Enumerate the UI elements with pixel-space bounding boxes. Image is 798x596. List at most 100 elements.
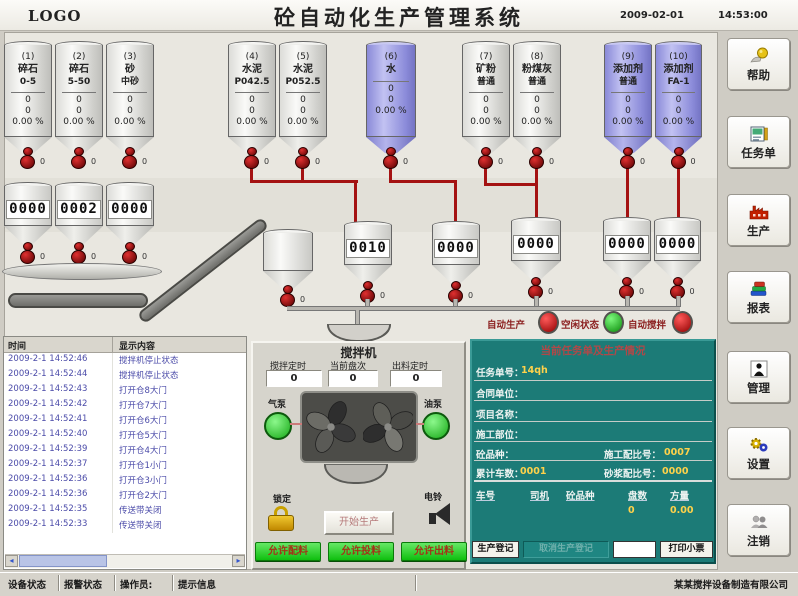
sidebar-button-management[interactable]: 管理: [727, 351, 790, 403]
log-row[interactable]: 2009-2-1 14:52:40打开仓5大门: [4, 428, 246, 443]
silo-value: 0: [25, 95, 31, 106]
log-time: 2009-2-1 14:52:35: [4, 503, 113, 518]
log-message: 传送带关闭: [113, 503, 246, 518]
order-no-value: 14qh: [521, 365, 548, 376]
sidebar-button-help[interactable]: 帮助: [727, 38, 790, 90]
log-row[interactable]: 2009-2-1 14:52:41打开仓6大门: [4, 413, 246, 428]
log-message: 打开仓7大门: [113, 398, 246, 413]
pipe-segment: [454, 182, 457, 226]
additive-scale-2: 0000 0: [654, 221, 701, 279]
sidebar-button-label: 报表: [747, 300, 770, 316]
valve-indicator: [671, 155, 686, 169]
mix-timer-value: 0: [266, 370, 322, 387]
log-row[interactable]: 2009-2-1 14:52:37打开仓1小门: [4, 458, 246, 473]
task-table-col: 砼品种: [566, 488, 628, 502]
permit-button[interactable]: 允许投料: [328, 542, 394, 561]
weight-display: 0002: [57, 200, 101, 219]
scroll-left-icon[interactable]: ◂: [5, 555, 18, 567]
log-time: 2009-2-1 14:52:41: [4, 413, 113, 428]
sidebar-button-label: 管理: [747, 380, 770, 396]
log-scrollbar[interactable]: ◂ ▸: [5, 554, 245, 568]
weight-display: 0000: [434, 239, 478, 258]
pipe-segment: [484, 183, 538, 186]
sidebar-button-logout[interactable]: 注销: [727, 504, 790, 556]
scroll-right-icon[interactable]: ▸: [232, 555, 245, 567]
silo-6-water: (6)水000.00 % 0: [366, 45, 416, 153]
silo-2: (2)碎石5-50000.00 % 0: [55, 45, 103, 153]
production-register-button[interactable]: 生产登记: [472, 541, 519, 558]
pipe-segment: [626, 166, 629, 222]
log-row[interactable]: 2009-2-1 14:52:36打开仓2大门: [4, 488, 246, 503]
device-status-label: 设备状态: [8, 577, 46, 591]
task-input-field[interactable]: [613, 541, 656, 558]
lock-label: 锁定: [273, 492, 291, 505]
mixer-drum: [300, 391, 418, 463]
scroll-thumb[interactable]: [19, 555, 107, 567]
log-row[interactable]: 2009-2-1 14:52:42打开仓7大门: [4, 398, 246, 413]
log-row[interactable]: 2009-2-1 14:52:43打开仓8大门: [4, 383, 246, 398]
valve-indicator: [20, 155, 35, 169]
sidebar-button-settings[interactable]: 设置: [727, 427, 790, 479]
permit-button[interactable]: 允许配料: [255, 542, 321, 561]
log-message: 搅拌机停止状态: [113, 368, 246, 383]
log-time: 2009-2-1 14:52:37: [4, 458, 113, 473]
padlock-icon[interactable]: [266, 506, 296, 531]
log-time: 2009-2-1 14:52:33: [4, 518, 113, 533]
valve-indicator: [122, 155, 137, 169]
task-table-cell: 0: [628, 505, 670, 516]
task-table-col: 盘数: [628, 488, 670, 502]
log-message: 打开仓3小门: [113, 473, 246, 488]
sidebar-button-tasklist[interactable]: 任务单: [727, 116, 790, 168]
log-col-time: 时间: [4, 337, 113, 352]
time-display: 14:53:00: [718, 10, 768, 21]
additive-scale-1: 0000 0: [603, 221, 651, 279]
log-row[interactable]: 2009-2-1 14:52:35传送带关闭: [4, 503, 246, 518]
cement-scale: 0010 0: [344, 225, 392, 283]
valve-indicator: [529, 155, 544, 169]
operator-label: 操作员:: [120, 577, 152, 591]
permit-button[interactable]: 允许出料: [401, 542, 467, 561]
print-ticket-button[interactable]: 打印小票: [660, 541, 713, 558]
pump-link: [416, 423, 424, 425]
valve-indicator: [244, 155, 259, 169]
auto-production-lamp: [538, 311, 559, 334]
conveyor-belt-horizontal: [8, 293, 148, 308]
log-message: 打开仓2大门: [113, 488, 246, 503]
bell-label: 电铃: [424, 490, 442, 503]
contract-label: 合同单位：: [476, 386, 524, 400]
log-message: 传送带关闭: [113, 518, 246, 533]
silo-3: (3)砂中砂000.00 % 0: [106, 45, 154, 153]
log-row[interactable]: 2009-2-1 14:52:33传送带关闭: [4, 518, 246, 533]
log-row[interactable]: 2009-2-1 14:52:39打开仓4大门: [4, 443, 246, 458]
batch-count-value: 0: [328, 370, 378, 387]
permit-buttons: 允许配料允许投料允许出料: [255, 542, 467, 561]
water-scale: 0000 0: [432, 225, 480, 283]
cancel-register-button[interactable]: 取消生产登记: [523, 541, 609, 558]
silo-5: (5)水泥P052.5000.00 % 0: [279, 45, 327, 153]
pipe-segment: [677, 166, 680, 222]
header-bar: LOGO 砼自动化生产管理系统 2009-02-01 14:53:00: [0, 0, 798, 31]
log-message: 打开仓8大门: [113, 383, 246, 398]
silo-value: 0: [25, 106, 31, 117]
valve-indicator: [383, 155, 398, 169]
valve-indicator: [71, 155, 86, 169]
users-icon: [747, 512, 771, 532]
task-table-cell: [476, 505, 530, 516]
task-table-row: 00.00: [476, 505, 710, 516]
log-row[interactable]: 2009-2-1 14:52:44搅拌机停止状态: [4, 368, 246, 383]
production-icon: [747, 202, 771, 222]
start-production-button[interactable]: 开始生产: [324, 511, 394, 535]
log-row[interactable]: 2009-2-1 14:52:36打开仓3小门: [4, 473, 246, 488]
field-underline: [474, 380, 712, 381]
date-display: 2009-02-01: [620, 10, 684, 21]
mortar-ratio-label: 砂浆配比号：: [604, 466, 661, 480]
sidebar-button-reports[interactable]: 报表: [727, 271, 790, 323]
sidebar-button-label: 帮助: [747, 67, 770, 83]
weight-display: 0000: [656, 235, 699, 254]
valve-indicator: [280, 293, 295, 307]
air-pump-indicator: [264, 412, 292, 440]
task-table-cell: [530, 505, 566, 516]
auto-mixing-lamp: [672, 311, 693, 334]
log-row[interactable]: 2009-2-1 14:52:46搅拌机停止状态: [4, 353, 246, 368]
sidebar-button-production[interactable]: 生产: [727, 194, 790, 246]
